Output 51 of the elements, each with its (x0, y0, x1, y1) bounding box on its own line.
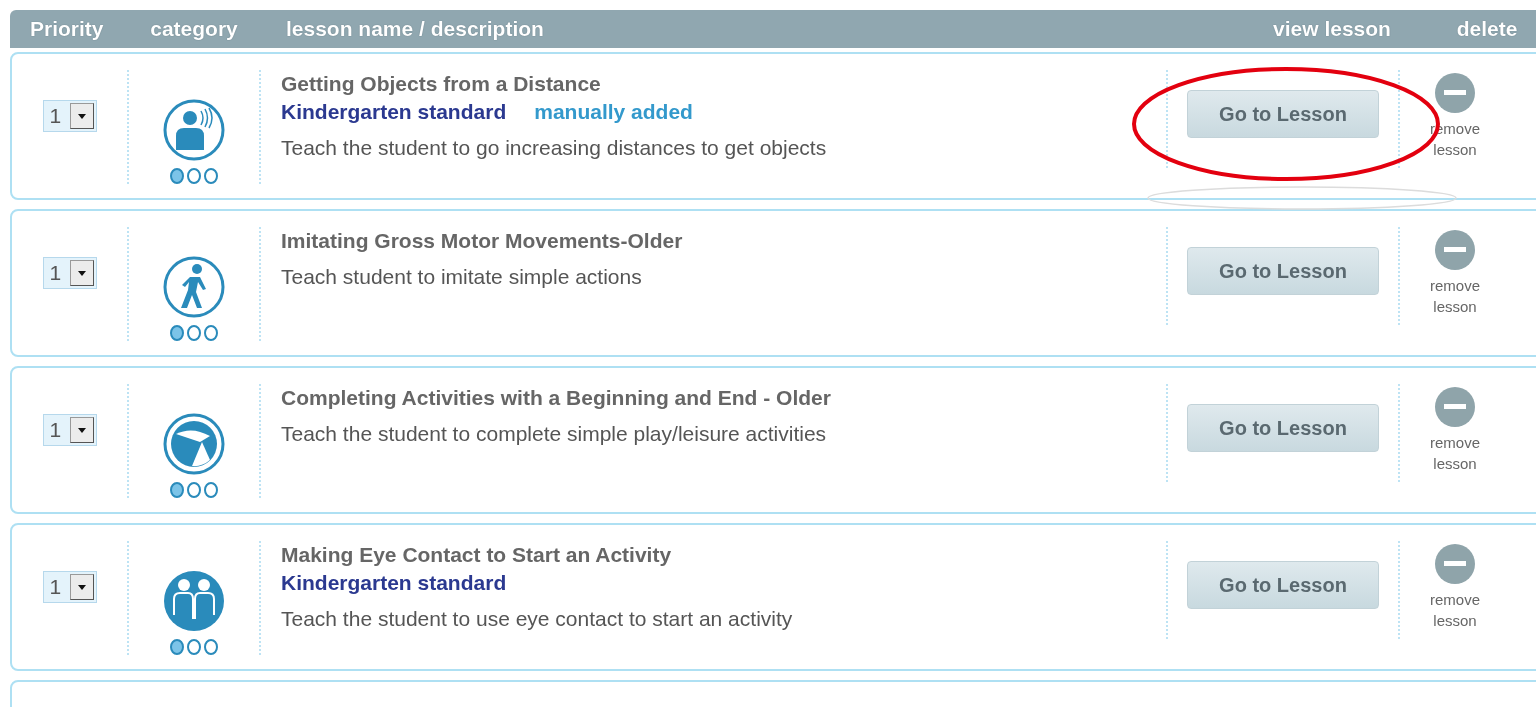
progress-dot (187, 168, 201, 184)
remove-lesson-link[interactable]: remove lesson (1420, 432, 1490, 474)
column-heading: view lesson (1272, 17, 1392, 41)
go-to-lesson-button[interactable]: Go to Lesson (1187, 404, 1379, 452)
standard-label: Kindergarten standard (281, 100, 507, 124)
progress-dot (187, 482, 201, 498)
lesson-title: Getting Objects from a Distance (281, 72, 602, 96)
lesson-title: Making Eye Contact to Start an Activity (281, 543, 673, 567)
ball-icon (162, 412, 226, 476)
lesson-title: Imitating Gross Motor Movements-Older (281, 229, 684, 253)
go-to-lesson-button[interactable]: Go to Lesson (1187, 247, 1379, 295)
priority-select[interactable]: 1 (42, 571, 97, 603)
lesson-description: Teach the student to go increasing distances to get objects (281, 136, 828, 160)
remove-lesson-link[interactable]: remove lesson (1420, 589, 1490, 631)
progress-dot (170, 325, 184, 341)
lesson-title: Completing Activities with a Beginning and End - Older (281, 386, 832, 410)
progress-dot (187, 639, 201, 655)
person-sound-icon (162, 98, 226, 162)
lesson-description: Teach the student to use eye contact to start an activity (281, 607, 794, 631)
progress-dot (170, 639, 184, 655)
progress-dot (204, 168, 218, 184)
progress-dot (187, 325, 201, 341)
progress-dot (170, 168, 184, 184)
column-heading: lesson name / description (285, 17, 545, 41)
progress-dot (170, 482, 184, 498)
remove-icon[interactable] (1434, 229, 1476, 271)
priority-select[interactable]: 1 (42, 257, 97, 289)
go-to-lesson-button[interactable]: Go to Lesson (1187, 561, 1379, 609)
remove-icon[interactable] (1434, 72, 1476, 114)
walking-person-icon (162, 255, 226, 319)
column-heading: delete (1455, 17, 1519, 41)
dropdown-arrow-icon (77, 584, 86, 590)
go-to-lesson-button[interactable]: Go to Lesson (1187, 90, 1379, 138)
dropdown-arrow-icon (77, 113, 86, 119)
progress-dot (204, 482, 218, 498)
standard-label: Kindergarten standard (281, 571, 507, 595)
two-people-icon (162, 569, 226, 633)
priority-select[interactable]: 1 (42, 100, 97, 132)
priority-select[interactable]: 1 (42, 414, 97, 446)
remove-icon[interactable] (1434, 543, 1476, 585)
column-heading: Priority (29, 17, 105, 41)
dropdown-arrow-icon (77, 427, 86, 433)
lesson-description: Teach student to imitate simple actions (281, 265, 643, 289)
lesson-description: Teach the student to complete simple play/leisure activities (281, 422, 828, 446)
remove-icon[interactable] (1434, 386, 1476, 428)
source-label: manually added (534, 100, 693, 124)
dropdown-arrow-icon (77, 270, 86, 276)
column-heading: category (149, 17, 239, 41)
remove-lesson-link[interactable]: remove lesson (1420, 275, 1490, 317)
progress-dot (204, 325, 218, 341)
progress-dot (204, 639, 218, 655)
